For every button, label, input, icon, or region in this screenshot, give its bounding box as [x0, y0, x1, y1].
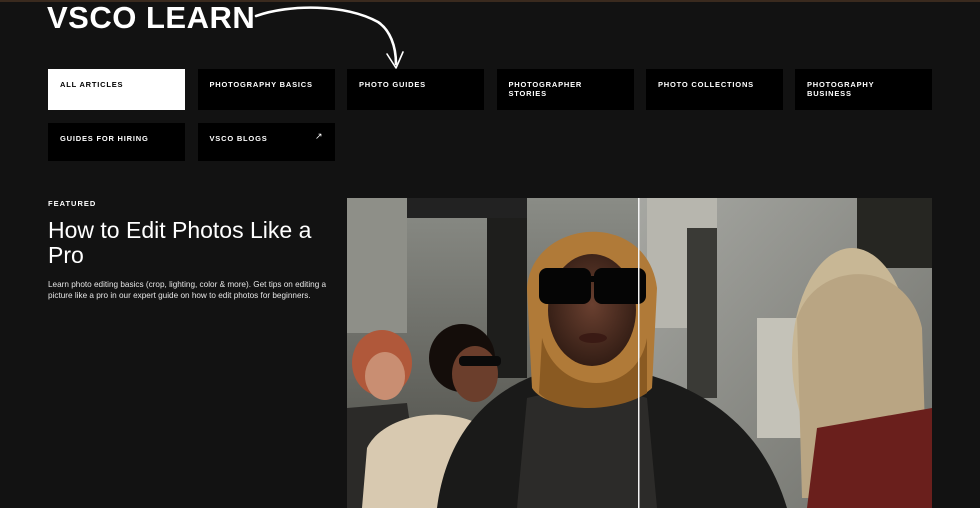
nav-photo-collections[interactable]: PHOTO COLLECTIONS [646, 69, 783, 110]
nav-photo-guides[interactable]: PHOTO GUIDES [347, 69, 484, 110]
nav-photographer-stories[interactable]: PHOTOGRAPHER STORIES [496, 69, 634, 110]
featured-summary: Learn photo editing basics (crop, lighti… [48, 280, 327, 300]
external-link-icon: ↗ [314, 131, 323, 141]
curved-arrow-icon [254, 6, 404, 69]
page-title[interactable]: VSCO LEARN [47, 2, 255, 34]
featured-label: FEATURED [48, 199, 97, 208]
nav-photography-basics[interactable]: PHOTOGRAPHY BASICS [197, 69, 335, 110]
nav-guides-for-hiring[interactable]: GUIDES FOR HIRING [48, 123, 185, 161]
photo-before-after-icon [347, 198, 932, 508]
nav-vsco-blogs-label: VSCO BLOGS [209, 134, 268, 143]
nav-photography-business[interactable]: PHOTOGRAPHY BUSINESS [795, 69, 932, 110]
featured-image[interactable] [347, 198, 932, 508]
nav-vsco-blogs[interactable]: VSCO BLOGS ↗ [197, 123, 335, 161]
featured-headline[interactable]: How to Edit Photos Like a Pro [48, 218, 328, 268]
nav-all-articles[interactable]: ALL ARTICLES [48, 69, 185, 110]
